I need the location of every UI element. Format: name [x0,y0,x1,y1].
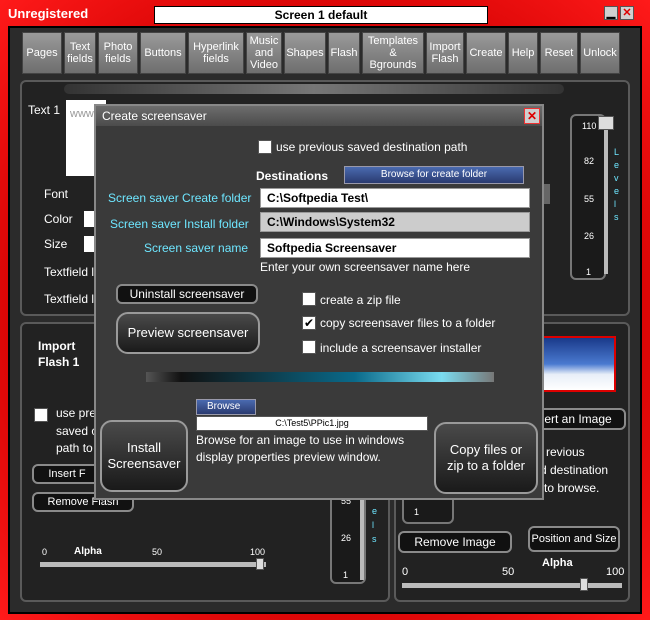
installer-label: include a screensaver installer [320,341,482,355]
screen-title: Screen 1 default [154,6,488,24]
image-alpha-thumb[interactable] [580,578,588,591]
install-folder-label: Screen saver Install folder [110,217,249,231]
tab-photo-fields[interactable]: Photo fields [98,32,138,74]
flash-alpha-thumb[interactable] [256,558,264,570]
image-alpha-tick: 0 [402,566,409,578]
progress-bar [146,372,494,382]
image-preview [540,336,616,392]
levels-thumb[interactable] [598,116,614,130]
tab-help[interactable]: Help [508,32,538,74]
uninstall-screensaver-button[interactable]: Uninstall screensaver [116,284,258,304]
zip-label: create a zip file [320,293,401,307]
tab-reset[interactable]: Reset [540,32,578,74]
flash-use-prev-label: use pre [56,406,97,420]
flash-path-label: path to [56,441,93,455]
tab-shapes[interactable]: Shapes [284,32,326,74]
scrollbar[interactable] [544,184,550,204]
color-label: Color [44,212,73,226]
mid-tick: 26 [341,533,352,543]
tab-flash[interactable]: Flash [328,32,360,74]
mid-levels-label: e l s [372,506,378,544]
levels-tick: 110 [582,121,597,131]
copy-files-checkbox[interactable]: ✔ [302,316,316,330]
toolbar: Pages Text fields Photo fields Buttons H… [22,32,620,74]
mid-levels-track [360,494,364,580]
flash-title: Import Flash 1 [38,339,80,369]
tab-create[interactable]: Create [466,32,506,74]
use-prev-path-checkbox[interactable] [258,140,272,154]
installer-checkbox[interactable] [302,340,316,354]
levels-tick: 82 [584,156,595,166]
image-levels-tick: 1 [414,507,420,517]
install-screensaver-button[interactable]: Install Screensaver [100,420,188,492]
levels-track [604,124,608,274]
color-swatch[interactable] [84,211,94,227]
levels-tick: 1 [586,267,592,277]
levels-label: L e v e l s [614,147,620,222]
tab-text-fields[interactable]: Text fields [64,32,96,74]
textfield-label-2: Textfield l [44,292,95,306]
screensaver-name-field[interactable]: Softpedia Screensaver [260,238,530,258]
copy-zip-button[interactable]: Copy files or zip to a folder [434,422,538,494]
create-folder-label: Screen saver Create folder [108,191,252,205]
insert-flash-button[interactable]: Insert F [32,464,102,484]
browse-image-button[interactable]: Browse [196,399,256,415]
image-alpha-tick: 50 [502,566,515,578]
insert-image-button[interactable]: ert an Image [530,408,626,430]
levels-tick: 55 [584,194,595,204]
flash-saved-label: saved c [56,424,98,438]
tab-hyperlink-fields[interactable]: Hyperlink fields [188,32,244,74]
font-label: Font [44,187,69,201]
position-size-button[interactable]: Position and Size [528,526,620,552]
remove-image-button[interactable]: Remove Image [398,531,512,553]
image-alpha-tick: 100 [606,566,625,578]
registration-label: Unregistered [8,6,89,21]
destinations-label: Destinations [256,169,329,183]
levels-tick: 26 [584,231,595,241]
alpha-tick: 0 [42,547,48,557]
close-button[interactable]: ✕ [620,6,634,20]
tab-pages[interactable]: Pages [22,32,62,74]
alpha-tick: 50 [152,547,163,557]
tab-templates[interactable]: Templates & Bgrounds [362,32,424,74]
image-path-field[interactable]: C:\Test5\PPic1.jpg [196,416,428,431]
size-label: Size [44,237,68,251]
dialog-title: Create screensaver [96,106,542,126]
tab-import-flash[interactable]: Import Flash [426,32,464,74]
tab-music-video[interactable]: Music and Video [246,32,282,74]
text-label: Text 1 [28,103,61,117]
textfield-label-1: Textfield l [44,265,95,279]
flash-alpha-label: Alpha [74,546,102,557]
image-prev-text: revious [546,445,585,459]
tab-unlock[interactable]: Unlock [580,32,620,74]
image-alpha-label: Alpha [542,557,573,569]
browse-hint: Browse for an image to use in windows di… [196,433,405,464]
preview-screensaver-button[interactable]: Preview screensaver [116,312,260,354]
dialog-close-button[interactable]: ✕ [524,108,540,124]
use-prev-path-label: use previous saved destination path [276,140,468,154]
flash-use-prev-checkbox[interactable] [34,408,48,422]
browse-create-folder-button[interactable]: Browse for create folder [344,166,524,184]
size-input[interactable] [84,236,94,252]
minimize-button[interactable]: ▁ [604,6,618,20]
create-folder-field[interactable]: C:\Softpedia Test\ [260,188,530,208]
flash-alpha-slider[interactable] [40,562,266,567]
image-dest-text: d destination [540,463,609,477]
tab-buttons[interactable]: Buttons [140,32,186,74]
alpha-tick: 100 [250,547,266,557]
zip-checkbox[interactable] [302,292,316,306]
screensaver-name-hint: Enter your own screensaver name here [260,260,471,274]
mid-tick: 1 [343,570,349,580]
screensaver-name-label: Screen saver name [144,241,249,255]
install-folder-field[interactable]: C:\Windows\System32 [260,212,530,232]
image-browse-text: to browse. [544,481,600,495]
copy-files-label: copy screensaver files to a folder [320,316,496,330]
text-slider[interactable] [64,84,564,94]
image-alpha-slider[interactable] [402,583,622,588]
